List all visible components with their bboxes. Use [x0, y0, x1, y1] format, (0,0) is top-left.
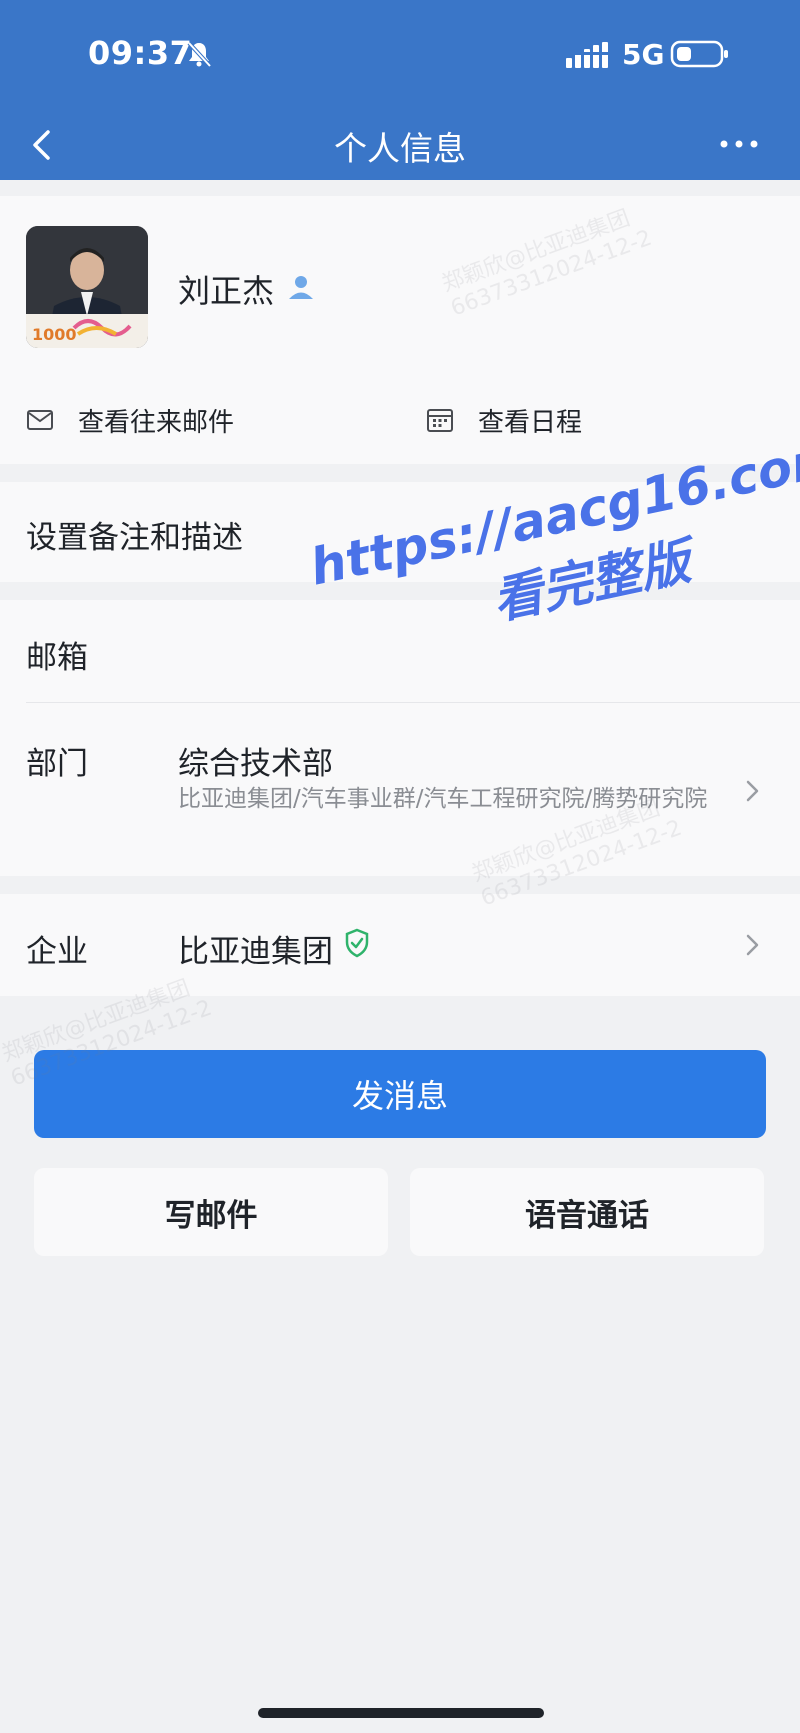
- nav-bar: 个人信息: [0, 110, 800, 180]
- voice-call-button[interactable]: 语音通话: [410, 1168, 764, 1256]
- send-message-button[interactable]: 发消息: [34, 1050, 766, 1138]
- profile-card: 1000 刘正杰 查看往来邮件 查看日程: [0, 196, 800, 464]
- organization-name: 比亚迪集团: [178, 934, 333, 970]
- avatar[interactable]: 1000: [26, 226, 148, 348]
- status-time: 09:37: [88, 34, 193, 72]
- app-header: 09:37 5G 个人信息: [0, 0, 800, 180]
- verified-shield-icon: [345, 928, 369, 958]
- view-schedule-label: 查看日程: [478, 407, 583, 438]
- network-type: 5G: [622, 38, 665, 71]
- department-path[interactable]: 比亚迪集团/汽车事业群/汽车工程研究院/腾势研究院: [178, 782, 738, 816]
- divider: [26, 702, 800, 703]
- battery-icon: [670, 40, 728, 68]
- set-remark-label: 设置备注和描述: [26, 520, 243, 556]
- organization-label: 企业: [26, 934, 88, 970]
- calendar-icon: [427, 409, 453, 432]
- status-bar: 09:37 5G: [0, 0, 800, 110]
- chevron-right-icon[interactable]: [742, 930, 764, 960]
- organization-row[interactable]: 企业 比亚迪集团: [0, 894, 800, 996]
- set-remark-row[interactable]: 设置备注和描述: [0, 482, 800, 582]
- department-label: 部门: [26, 746, 88, 782]
- user-name: 刘正杰: [178, 272, 275, 310]
- more-icon[interactable]: [716, 132, 762, 156]
- chevron-right-icon[interactable]: [742, 776, 764, 806]
- envelope-icon: [27, 410, 53, 430]
- avatar-badge-text: 1000: [32, 325, 77, 344]
- view-mail-link[interactable]: 查看往来邮件: [26, 402, 234, 438]
- bell-muted-icon: [187, 41, 212, 68]
- page-title: 个人信息: [334, 129, 466, 168]
- department-name[interactable]: 综合技术部: [178, 738, 333, 783]
- signal-icon: [566, 42, 610, 68]
- view-schedule-link[interactable]: 查看日程: [426, 402, 582, 438]
- contact-info-card: 邮箱 部门 综合技术部 比亚迪集团/汽车事业群/汽车工程研究院/腾势研究院: [0, 600, 800, 876]
- person-icon: [289, 276, 313, 299]
- write-mail-button[interactable]: 写邮件: [34, 1168, 388, 1256]
- avatar-photo: 1000: [26, 226, 148, 348]
- email-label: 邮箱: [26, 640, 88, 676]
- home-indicator[interactable]: [258, 1708, 544, 1718]
- view-mail-label: 查看往来邮件: [78, 407, 235, 438]
